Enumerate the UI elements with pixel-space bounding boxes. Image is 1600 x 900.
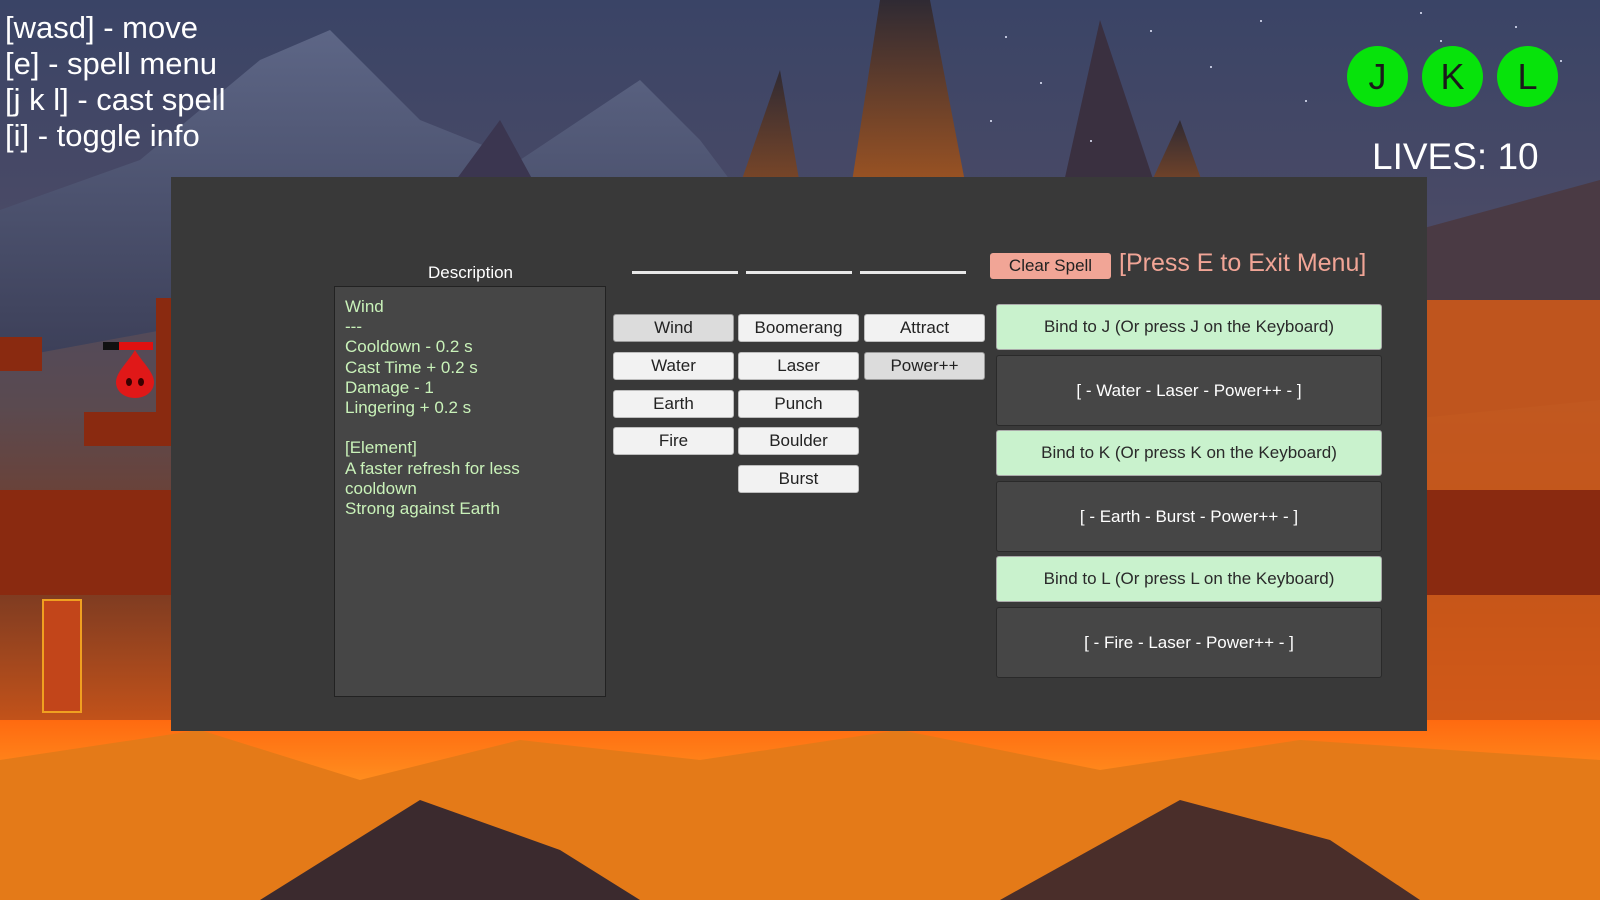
description-line: Cooldown - 0.2 s: [345, 337, 473, 357]
spell-key-k: K: [1422, 46, 1483, 107]
spell-button-attract[interactable]: Attract: [864, 314, 985, 342]
spell-combo-j: [ - Water - Laser - Power++ - ]: [996, 355, 1382, 426]
spell-button-water[interactable]: Water: [613, 352, 734, 380]
player-health-bar: [103, 342, 153, 350]
player-character: [116, 350, 154, 398]
exit-menu-hint: [Press E to Exit Menu]: [1119, 249, 1367, 277]
bind-k-button[interactable]: Bind to K (Or press K on the Keyboard): [996, 430, 1382, 476]
description-line: cooldown: [345, 478, 417, 498]
spell-combo-l: [ - Fire - Laser - Power++ - ]: [996, 607, 1382, 678]
spell-key-l: L: [1497, 46, 1558, 107]
spell-button-power[interactable]: Power++: [864, 352, 985, 380]
description-line: Strong against Earth: [345, 499, 500, 519]
description-line: [Element]: [345, 438, 417, 458]
spell-button-punch[interactable]: Punch: [738, 390, 859, 418]
description-line: A faster refresh for less: [345, 458, 520, 478]
description-line: Lingering + 0.2 s: [345, 398, 472, 418]
spell-button-burst[interactable]: Burst: [738, 465, 859, 493]
bind-l-button[interactable]: Bind to L (Or press L on the Keyboard): [996, 556, 1382, 602]
control-hint-cast-spell: [j k l] - cast spell: [5, 82, 226, 117]
spell-button-earth[interactable]: Earth: [613, 390, 734, 418]
description-line: [345, 418, 595, 438]
spell-slot-1: [632, 271, 738, 274]
controls-help: [wasd] - move [e] - spell menu [j k l] -…: [5, 10, 226, 154]
description-title: Description: [427, 263, 514, 282]
lives-counter: LIVES: 10: [1372, 136, 1539, 177]
spell-button-laser[interactable]: Laser: [738, 352, 859, 380]
control-hint-move: [wasd] - move: [5, 10, 198, 45]
bind-j-button[interactable]: Bind to J (Or press J on the Keyboard): [996, 304, 1382, 350]
control-hint-spell-menu: [e] - spell menu: [5, 46, 217, 81]
spell-slot-2: [746, 271, 852, 274]
description-box: Wind --- Cooldown - 0.2 s Cast Time + 0.…: [334, 286, 606, 697]
spell-button-wind[interactable]: Wind: [613, 314, 734, 342]
description-line: Cast Time + 0.2 s: [345, 357, 478, 377]
spell-slot-3: [860, 271, 966, 274]
spell-button-boulder[interactable]: Boulder: [738, 427, 859, 455]
control-hint-toggle-info: [i] - toggle info: [5, 118, 200, 153]
spell-combo-k: [ - Earth - Burst - Power++ - ]: [996, 481, 1382, 552]
description-line: Damage - 1: [345, 377, 434, 397]
clear-spell-button[interactable]: Clear Spell: [990, 253, 1111, 279]
description-line: Wind: [345, 297, 384, 316]
spell-button-fire[interactable]: Fire: [613, 427, 734, 455]
spell-button-boomerang[interactable]: Boomerang: [738, 314, 859, 342]
description-line: ---: [345, 317, 362, 337]
spell-key-j: J: [1347, 46, 1408, 107]
